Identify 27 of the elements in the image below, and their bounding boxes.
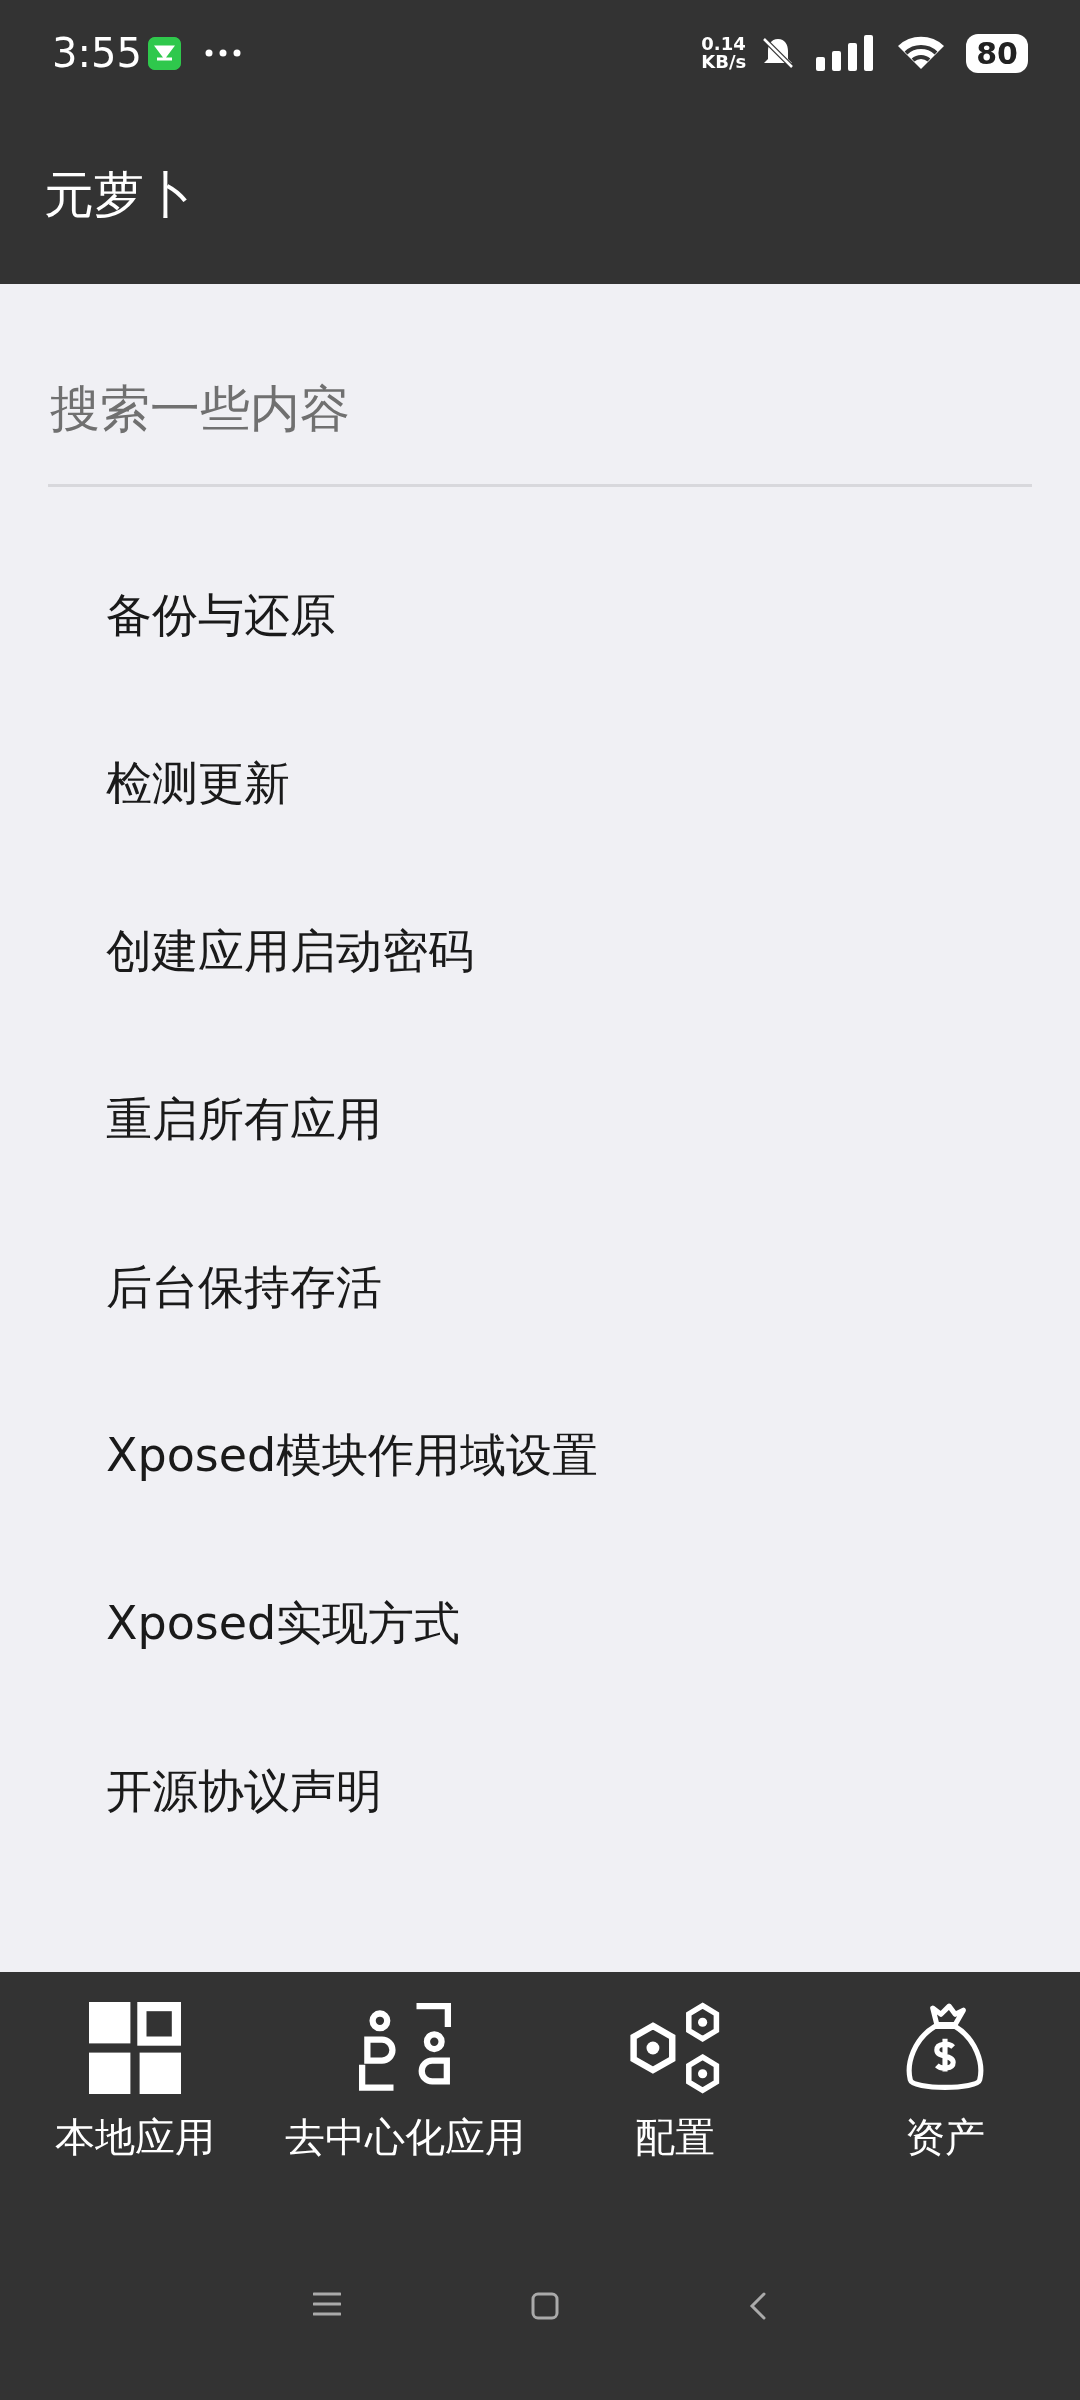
download-icon	[147, 36, 181, 70]
nav-tab[interactable]: 配置	[540, 2002, 810, 2192]
menu-item[interactable]: 后台保持存活	[0, 1203, 1080, 1371]
menu-item[interactable]: 创建应用启动密码	[0, 867, 1080, 1035]
more-icon	[204, 49, 241, 57]
wifi-icon	[896, 35, 947, 71]
search-field[interactable]: 搜索一些内容	[48, 380, 1032, 487]
menu-item[interactable]: 备份与还原	[0, 531, 1080, 699]
menu-item[interactable]: 重启所有应用	[0, 1035, 1080, 1203]
menu-item[interactable]: 检测更新	[0, 699, 1080, 867]
menu-item[interactable]: 开源协议声明	[0, 1707, 1080, 1875]
back-icon[interactable]	[749, 2292, 767, 2320]
menu-item[interactable]: Xposed模块作用域设置	[0, 1371, 1080, 1539]
hexagons-icon	[629, 2002, 721, 2094]
home-icon[interactable]	[531, 2292, 559, 2320]
battery-level: 80	[966, 33, 1028, 73]
menu-item[interactable]: Xposed实现方式	[0, 1539, 1080, 1707]
people-icon	[359, 2002, 451, 2094]
speed-unit: KB/s	[701, 53, 747, 71]
grid-icon	[89, 2002, 181, 2094]
clock: 3:55	[52, 30, 142, 76]
speed-value: 0.14	[701, 35, 747, 53]
nav-tab[interactable]: 资产	[810, 2002, 1080, 2192]
nav-tab[interactable]: 本地应用	[0, 2002, 270, 2192]
nav-tab[interactable]: 去中心化应用	[270, 2002, 540, 2192]
app-title: 元萝卜	[44, 164, 194, 226]
menu-icon[interactable]	[313, 2292, 341, 2316]
